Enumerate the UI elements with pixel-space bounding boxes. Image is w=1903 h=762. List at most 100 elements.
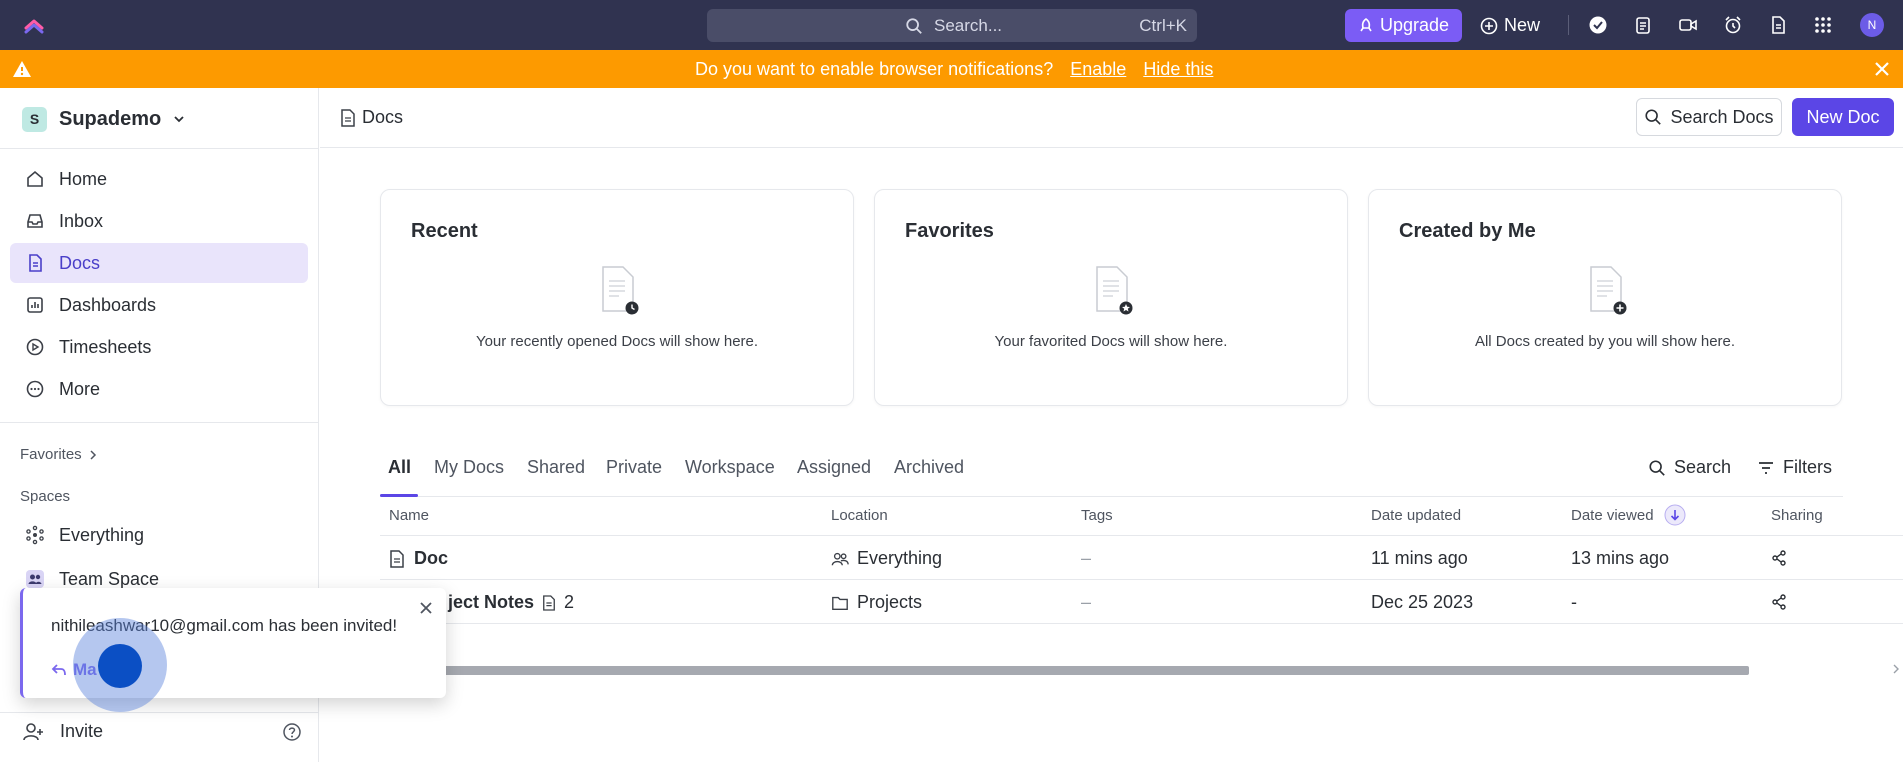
top-bar: Search... Ctrl+K Upgrade New N <box>0 0 1903 50</box>
document-icon[interactable] <box>1768 15 1788 35</box>
doc-icon <box>543 594 555 611</box>
apps-grid-icon[interactable] <box>1813 15 1833 35</box>
table-row[interactable]: Doc Everything – 11 mins ago 13 mins ago <box>380 536 1903 580</box>
app-logo-icon[interactable] <box>22 13 46 37</box>
table-search-button[interactable]: Search <box>1648 457 1731 478</box>
notepad-icon[interactable] <box>1633 15 1653 35</box>
card-title: Created by Me <box>1399 220 1536 242</box>
sidebar-item-timesheets[interactable]: Timesheets <box>10 327 308 367</box>
doc-name[interactable]: ject Notes <box>448 592 534 613</box>
rocket-icon <box>1360 17 1372 31</box>
close-icon[interactable] <box>1873 60 1891 78</box>
upgrade-button[interactable]: Upgrade <box>1345 9 1462 42</box>
check-circle-icon[interactable] <box>1588 15 1608 35</box>
share-icon[interactable] <box>1771 550 1787 566</box>
undo-arrow-icon <box>51 664 66 676</box>
doc-date-viewed: 13 mins ago <box>1571 548 1670 568</box>
sidebar-item-label: Everything <box>59 525 145 545</box>
sidebar-item-label: Team Space <box>59 569 160 589</box>
tab-private[interactable]: Private <box>606 457 662 478</box>
subdoc-count: 2 <box>564 592 575 612</box>
active-tab-indicator <box>380 494 418 497</box>
recent-doc-icon <box>602 266 639 315</box>
hide-banner-link[interactable]: Hide this <box>1143 59 1213 79</box>
tab-workspace[interactable]: Workspace <box>685 457 775 478</box>
tab-my-docs[interactable]: My Docs <box>434 457 504 478</box>
alarm-clock-icon[interactable] <box>1723 15 1743 35</box>
share-icon[interactable] <box>1771 594 1787 610</box>
sidebar-item-label: Docs <box>59 253 101 273</box>
doc-location[interactable]: Projects <box>857 592 922 613</box>
click-indicator-dot <box>98 644 142 688</box>
timesheet-icon <box>26 338 44 356</box>
card-title: Favorites <box>905 220 994 242</box>
sidebar-item-inbox[interactable]: Inbox <box>10 201 308 241</box>
sidebar-item-label: Home <box>59 169 108 189</box>
column-header-date-viewed[interactable]: Date viewed <box>1571 507 1654 524</box>
doc-icon <box>341 108 355 127</box>
favorites-section-header[interactable]: Favorites <box>20 446 98 463</box>
video-camera-icon[interactable] <box>1678 15 1698 35</box>
spaces-label: Spaces <box>20 488 71 505</box>
folder-icon <box>832 596 848 610</box>
sidebar-item-label: Timesheets <box>59 337 152 357</box>
created-doc-icon <box>1590 266 1627 315</box>
enable-notifications-link[interactable]: Enable <box>1070 59 1126 79</box>
created-by-me-card: Created by Me All Docs created by you wi… <box>1368 189 1842 406</box>
doc-date-updated: 11 mins ago <box>1371 548 1468 568</box>
search-shortcut: Ctrl+K <box>1139 16 1187 35</box>
doc-icon <box>29 254 42 272</box>
favorite-doc-icon <box>1096 266 1133 315</box>
breadcrumb: Docs <box>340 107 403 128</box>
workspace-switcher[interactable]: S Supademo <box>22 106 185 132</box>
more-icon <box>26 380 44 398</box>
inbox-icon <box>27 214 43 228</box>
row-name-cell: Doc <box>388 548 448 569</box>
search-docs-label: Search Docs <box>1670 106 1774 127</box>
doc-date-viewed: - <box>1571 592 1577 612</box>
global-search-input[interactable]: Search... Ctrl+K <box>707 9 1197 42</box>
column-header-sharing[interactable]: Sharing <box>1771 507 1823 524</box>
close-icon[interactable] <box>418 600 434 616</box>
dashboard-icon <box>27 297 43 313</box>
user-plus-icon <box>23 723 43 741</box>
search-docs-button[interactable]: Search Docs <box>1636 98 1782 136</box>
new-doc-button[interactable]: New Doc <box>1792 98 1894 136</box>
help-icon[interactable] <box>282 722 302 742</box>
column-header-date-updated[interactable]: Date updated <box>1371 507 1461 524</box>
search-icon <box>1649 459 1665 476</box>
doc-tags[interactable]: – <box>1081 592 1091 613</box>
workspace-badge: S <box>22 106 47 132</box>
tab-assigned[interactable]: Assigned <box>797 457 871 478</box>
notification-banner: Do you want to enable browser notificati… <box>0 50 1903 88</box>
doc-location[interactable]: Everything <box>857 548 942 569</box>
tab-all[interactable]: All <box>388 457 411 478</box>
doc-tags[interactable]: – <box>1081 548 1091 569</box>
user-avatar[interactable]: N <box>1860 13 1884 37</box>
sidebar-item-label: More <box>59 379 101 399</box>
horizontal-scrollbar[interactable] <box>442 666 1749 675</box>
workspace-name: Supademo <box>59 107 162 130</box>
sort-descending-icon[interactable] <box>1664 504 1686 526</box>
sidebar-item-home[interactable]: Home <box>10 159 308 199</box>
filters-button[interactable]: Filters <box>1757 457 1832 478</box>
card-empty-text: Your favorited Docs will show here. <box>994 333 1228 350</box>
row-location-cell: Everything <box>831 548 942 569</box>
table-row[interactable]: ject Notes 2 Projects – Dec 25 2023 - <box>380 580 1903 624</box>
sidebar-item-more[interactable]: More <box>10 369 308 409</box>
column-header-tags[interactable]: Tags <box>1081 507 1113 524</box>
breadcrumb-label: Docs <box>362 107 404 127</box>
scroll-right-arrow-icon[interactable] <box>1893 664 1899 674</box>
column-header-name[interactable]: Name <box>389 507 429 524</box>
tab-archived[interactable]: Archived <box>894 457 964 478</box>
everything-icon <box>26 525 44 545</box>
invite-button[interactable]: Invite <box>22 718 302 746</box>
tab-shared[interactable]: Shared <box>527 457 585 478</box>
sidebar-space-everything[interactable]: Everything <box>10 515 308 555</box>
sidebar-item-docs[interactable]: Docs <box>10 243 308 283</box>
new-button[interactable]: New <box>1480 9 1548 42</box>
table-search-label: Search <box>1674 457 1732 477</box>
column-header-location[interactable]: Location <box>831 507 888 524</box>
sidebar-item-dashboards[interactable]: Dashboards <box>10 285 308 325</box>
doc-name[interactable]: Doc <box>414 548 448 569</box>
